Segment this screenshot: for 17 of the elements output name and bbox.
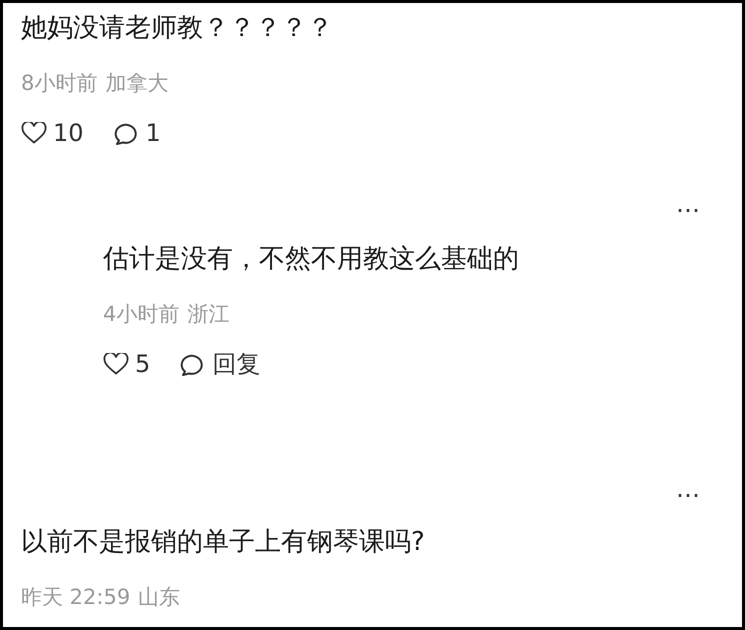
comment-time: 昨天 22:59 xyxy=(21,584,130,611)
like-button[interactable]: 5 xyxy=(103,348,150,380)
heart-icon xyxy=(21,122,47,144)
heart-icon xyxy=(103,353,129,375)
comment-text: 以前不是报销的单子上有钢琴课吗? xyxy=(21,526,426,559)
more-button[interactable]: … xyxy=(676,189,700,219)
reply-button[interactable]: 1 xyxy=(114,117,161,149)
more-button[interactable]: … xyxy=(676,474,700,504)
reply-button[interactable]: 回复 xyxy=(180,348,260,380)
comment-text: 估计是没有，不然不用教这么基础的 xyxy=(103,243,520,276)
comment-location: 浙江 xyxy=(187,301,230,328)
comment-time: 8小时前 xyxy=(21,70,98,97)
comment-location: 山东 xyxy=(138,584,180,611)
like-button[interactable]: 10 xyxy=(21,117,84,149)
comment-time: 4小时前 xyxy=(103,301,180,328)
comment-text: 她妈没请老师教？？？？？ xyxy=(21,12,334,45)
comment-location: 加拿大 xyxy=(105,70,168,97)
